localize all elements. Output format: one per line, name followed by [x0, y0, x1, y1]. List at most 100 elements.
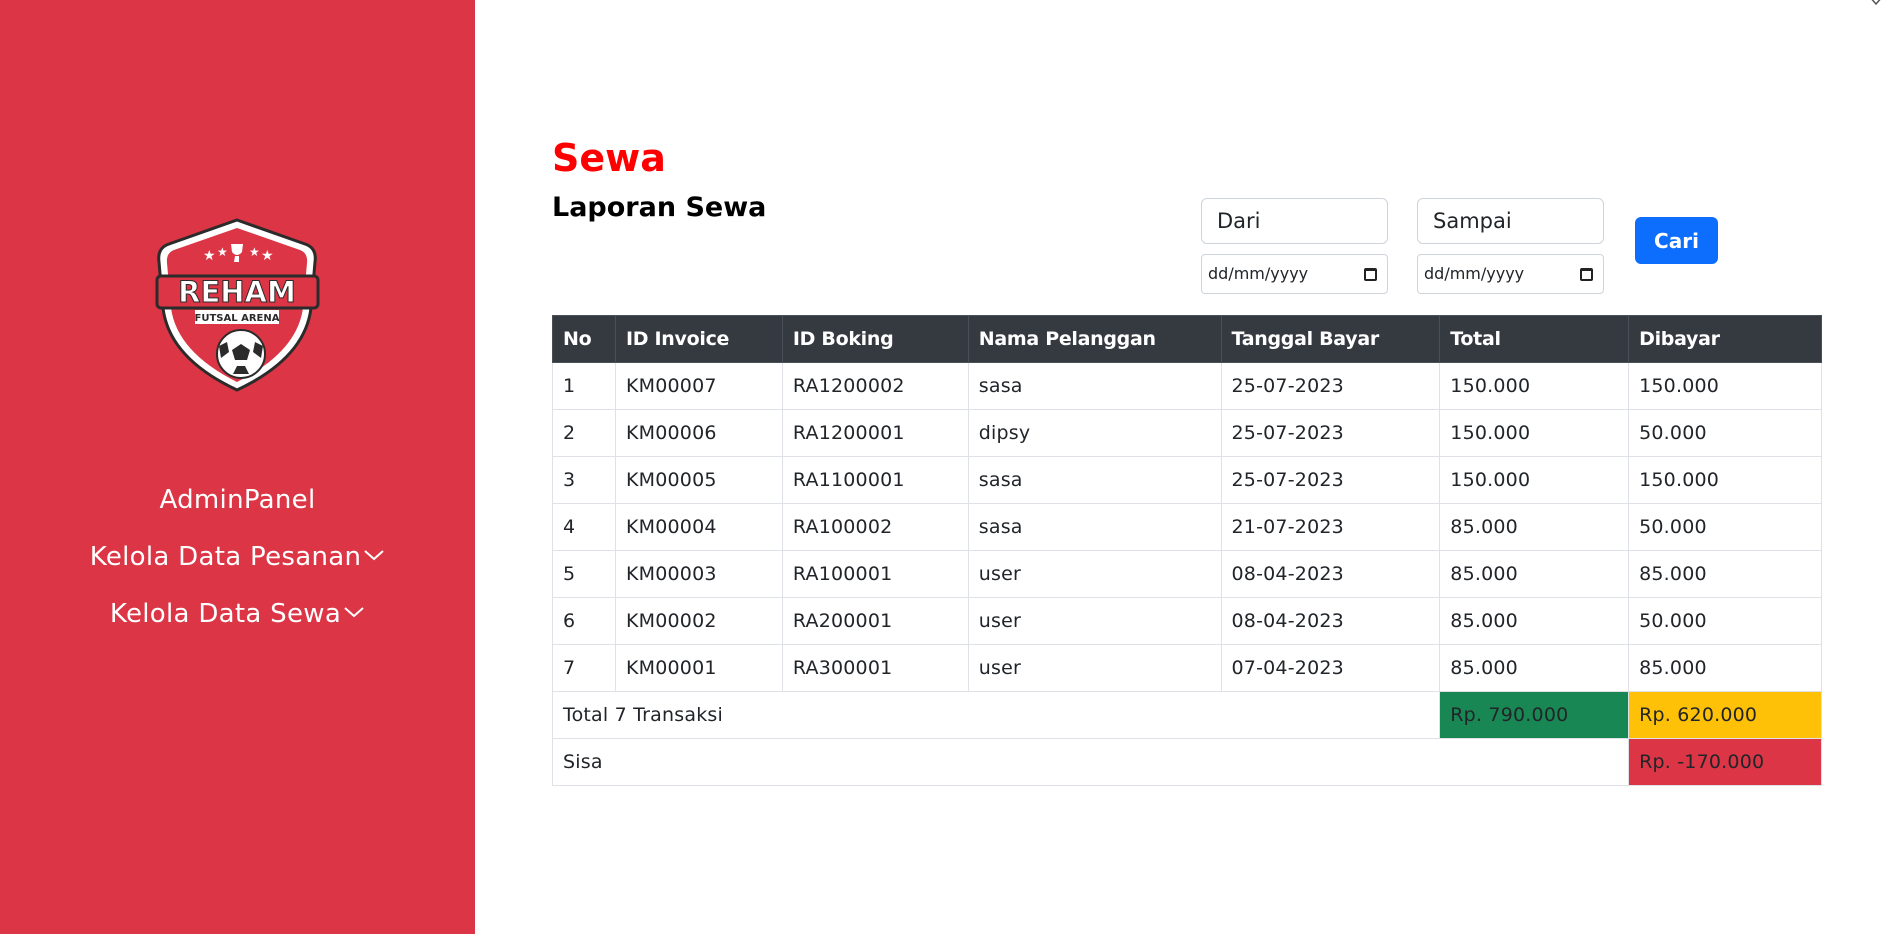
corner-shield-icon: [1871, 0, 1881, 6]
table-cell: 85.000: [1439, 503, 1630, 551]
remainder-label: Sisa: [551, 738, 1630, 786]
table-cell: 85.000: [1628, 550, 1822, 598]
table-cell: 3: [552, 456, 616, 504]
table-cell: 25-07-2023: [1220, 362, 1441, 410]
svg-text:REHAM: REHAM: [178, 275, 296, 309]
table-cell: 85.000: [1439, 550, 1630, 598]
column-header: ID Invoice: [614, 315, 783, 363]
table-cell: 85.000: [1439, 597, 1630, 645]
table-cell: 150.000: [1439, 409, 1630, 457]
from-date-input[interactable]: dd/mm/yyyy: [1201, 254, 1388, 294]
page-title: Sewa: [552, 136, 666, 180]
remainder-amount: Rp. -170.000: [1628, 738, 1822, 786]
table-cell: RA200001: [781, 597, 969, 645]
svg-text:★: ★: [217, 245, 228, 259]
table-cell: sasa: [967, 456, 1222, 504]
svg-text:★: ★: [203, 248, 216, 264]
table-cell: KM00003: [614, 550, 783, 598]
table-cell: KM00005: [614, 456, 783, 504]
table-cell: RA1200002: [781, 362, 969, 410]
sidebar-item-label: Kelola Data Pesanan: [89, 542, 362, 572]
to-label-field: Sampai: [1417, 198, 1604, 244]
column-header: Tanggal Bayar: [1220, 315, 1441, 363]
table-cell: 5: [552, 550, 616, 598]
sidebar-item-kelola-data-pesanan[interactable]: Kelola Data Pesanan: [0, 541, 475, 573]
table-cell: 08-04-2023: [1220, 597, 1441, 645]
to-date-input[interactable]: dd/mm/yyyy: [1417, 254, 1604, 294]
table-cell: RA1200001: [781, 409, 969, 457]
table-cell: 85.000: [1439, 644, 1630, 692]
table-cell: 4: [552, 503, 616, 551]
svg-text:★: ★: [261, 248, 274, 264]
table-cell: KM00007: [614, 362, 783, 410]
table-cell: KM00001: [614, 644, 783, 692]
table-cell: 150.000: [1439, 456, 1630, 504]
sidebar-item-kelola-data-sewa[interactable]: Kelola Data Sewa: [0, 598, 475, 630]
table-cell: RA300001: [781, 644, 969, 692]
table-cell: 150.000: [1628, 456, 1822, 504]
from-label-field: Dari: [1201, 198, 1388, 244]
table-cell: 08-04-2023: [1220, 550, 1441, 598]
table-cell: RA100002: [781, 503, 969, 551]
rental-report-table: No ID Invoice ID Boking Nama Pelanggan Tangg…: [551, 315, 1822, 786]
table-row: 5 KM00003 RA100001 user 08-04-2023 85.000 85.0…: [552, 550, 1822, 598]
table-cell: 25-07-2023: [1220, 409, 1441, 457]
svg-text:★: ★: [249, 245, 260, 259]
sidebar-nav: AdminPanel Kelola Data Pesanan Kelola Da…: [0, 484, 475, 655]
table-cell: sasa: [967, 362, 1222, 410]
table-cell: KM00002: [614, 597, 783, 645]
table-cell: 85.000: [1628, 644, 1822, 692]
column-header: No: [552, 315, 616, 363]
calendar-icon[interactable]: [1580, 268, 1593, 281]
table-cell: 150.000: [1628, 362, 1822, 410]
table-cell: 1: [552, 362, 616, 410]
table-cell: KM00006: [614, 409, 783, 457]
calendar-icon[interactable]: [1364, 268, 1377, 281]
column-header: ID Boking: [781, 315, 969, 363]
svg-text:FUTSAL ARENA: FUTSAL ARENA: [195, 313, 280, 324]
table-row: 1 KM00007 RA1200002 sasa 25-07-2023 150.000 15…: [552, 362, 1822, 410]
table-cell: 21-07-2023: [1220, 503, 1441, 551]
table-cell: 6: [552, 597, 616, 645]
page-subtitle: Laporan Sewa: [552, 192, 767, 223]
sidebar-item-label: AdminPanel: [159, 485, 316, 515]
sidebar-item-label: Kelola Data Sewa: [109, 599, 342, 629]
search-button[interactable]: Cari: [1635, 217, 1718, 264]
table-cell: user: [967, 644, 1222, 692]
table-cell: 50.000: [1628, 503, 1822, 551]
table-cell: KM00004: [614, 503, 783, 551]
total-amount: Rp. 790.000: [1439, 691, 1630, 739]
table-cell: dipsy: [967, 409, 1222, 457]
reham-futsal-logo: ★ ★ ★ ★ REHAM FUTSAL ARENA: [155, 218, 320, 392]
table-cell: 7: [552, 644, 616, 692]
table-row: 7 KM00001 RA300001 user 07-04-2023 85.000 85.0…: [552, 644, 1822, 692]
column-header: Dibayar: [1628, 315, 1822, 363]
chevron-down-icon: [364, 549, 384, 560]
sidebar: ★ ★ ★ ★ REHAM FUTSAL ARENA AdminPanel Ke…: [0, 0, 475, 934]
date-placeholder: dd/mm/yyyy: [1208, 264, 1309, 283]
table-header-row: No ID Invoice ID Boking Nama Pelanggan Tangg…: [552, 315, 1822, 363]
table-cell: user: [967, 597, 1222, 645]
date-placeholder: dd/mm/yyyy: [1424, 264, 1525, 283]
column-header: Total: [1439, 315, 1630, 363]
column-header: Nama Pelanggan: [967, 315, 1222, 363]
table-row: 2 KM00006 RA1200001 dipsy 25-07-2023 150.000 5…: [552, 409, 1822, 457]
total-row: Total 7 Transaksi Rp. 790.000 Rp. 620.00…: [551, 691, 1822, 739]
table-cell: 07-04-2023: [1220, 644, 1441, 692]
table-cell: user: [967, 550, 1222, 598]
chevron-down-icon: [344, 606, 364, 617]
table-cell: RA100001: [781, 550, 969, 598]
table-cell: 50.000: [1628, 597, 1822, 645]
table-cell: 150.000: [1439, 362, 1630, 410]
remainder-row: Sisa Rp. -170.000: [551, 738, 1822, 786]
table-cell: sasa: [967, 503, 1222, 551]
total-label: Total 7 Transaksi: [551, 691, 1441, 739]
table-cell: 2: [552, 409, 616, 457]
table-cell: 25-07-2023: [1220, 456, 1441, 504]
table-row: 6 KM00002 RA200001 user 08-04-2023 85.000 50.0…: [552, 597, 1822, 645]
table-cell: 50.000: [1628, 409, 1822, 457]
table-cell: RA1100001: [781, 456, 969, 504]
sidebar-item-adminpanel[interactable]: AdminPanel: [0, 484, 475, 516]
paid-amount: Rp. 620.000: [1628, 691, 1822, 739]
table-row: 3 KM00005 RA1100001 sasa 25-07-2023 150.000 15…: [552, 456, 1822, 504]
